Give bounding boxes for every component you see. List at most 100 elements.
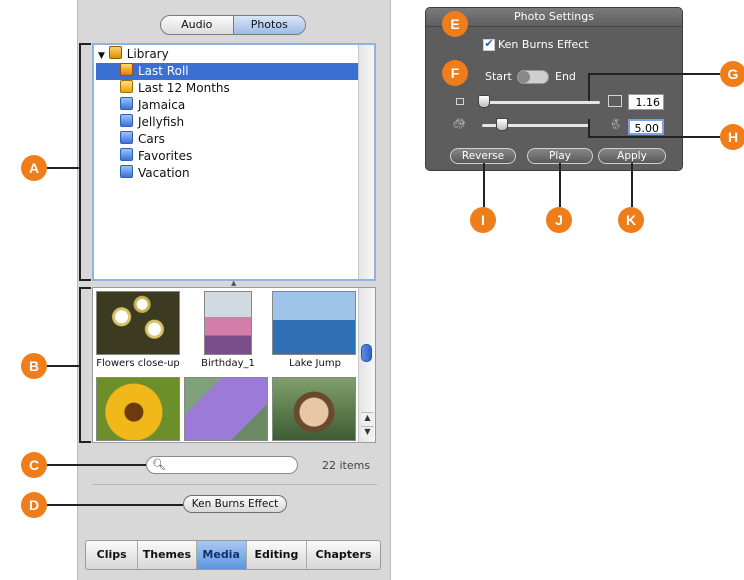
scroll-up-arrow-icon[interactable]: ▲: [361, 412, 374, 423]
library-label: Library: [126, 47, 169, 61]
callout-bracket: [79, 279, 91, 281]
zoom-value-field[interactable]: 1.16: [628, 94, 664, 110]
photo-thumbnail[interactable]: [96, 377, 180, 441]
callout-line: [559, 163, 561, 207]
callout-bracket: [79, 441, 91, 443]
callout-badge-c: C: [21, 452, 47, 478]
zoom-in-icon: [608, 95, 622, 107]
audio-toggle-button[interactable]: Audio: [161, 16, 233, 34]
last-roll-row[interactable]: Last Roll: [120, 63, 189, 80]
tab-chapters[interactable]: Chapters: [307, 541, 380, 569]
divider: [93, 484, 377, 485]
zoom-out-icon: [456, 98, 464, 105]
album-label: Jellyfish: [138, 115, 185, 129]
thumbnail-scrollbar[interactable]: ▲ ▼: [358, 288, 375, 442]
album-icon: [120, 97, 133, 110]
checkmark-icon: ✔: [484, 37, 494, 50]
hare-icon: 🐇︎: [609, 119, 622, 130]
search-input[interactable]: [165, 458, 295, 474]
duration-value-field[interactable]: 5.00: [628, 119, 664, 135]
reverse-button[interactable]: Reverse: [450, 148, 516, 164]
album-row-vacation[interactable]: Vacation: [120, 165, 190, 182]
photo-thumbnail[interactable]: [272, 377, 356, 441]
photo-caption: Flowers close-up: [96, 358, 180, 369]
zoom-slider-track[interactable]: [482, 101, 600, 104]
library-row[interactable]: ▼ Library: [98, 46, 169, 63]
search-icon: 🔍︎: [152, 458, 166, 471]
callout-badge-e: E: [442, 11, 468, 37]
callout-badge-k: K: [618, 207, 644, 233]
ken-burns-checkbox-label: Ken Burns Effect: [498, 38, 589, 51]
callout-bracket: [79, 287, 81, 443]
toggle-knob[interactable]: [518, 71, 530, 83]
album-row-jamaica[interactable]: Jamaica: [120, 97, 185, 114]
album-icon: [120, 165, 133, 178]
last-roll-icon: [120, 63, 133, 76]
album-label: Favorites: [138, 149, 193, 163]
apply-button[interactable]: Apply: [598, 148, 666, 164]
callout-line: [588, 73, 590, 101]
tab-clips[interactable]: Clips: [86, 541, 139, 569]
callout-bracket: [79, 43, 91, 45]
last-12-months-label: Last 12 Months: [138, 81, 230, 95]
photo-caption: Birthday_1: [201, 358, 255, 369]
last-roll-label: Last Roll: [138, 64, 189, 78]
library-icon: [108, 46, 122, 59]
album-label: Cars: [138, 132, 165, 146]
start-end-toggle[interactable]: [517, 70, 549, 84]
album-row-cars[interactable]: Cars: [120, 131, 165, 148]
callout-bracket: [79, 287, 91, 289]
tab-media[interactable]: Media: [196, 541, 247, 569]
callout-badge-a: A: [21, 155, 47, 181]
album-label: Vacation: [138, 166, 190, 180]
album-row-jellyfish[interactable]: Jellyfish: [120, 114, 184, 131]
pane-resize-handle[interactable]: ▲: [231, 280, 237, 287]
callout-line: [47, 504, 183, 506]
callout-line: [588, 73, 720, 75]
play-button[interactable]: Play: [527, 148, 593, 164]
callout-line: [47, 365, 79, 367]
callout-line: [47, 464, 146, 466]
photo-thumbnail[interactable]: [184, 377, 268, 441]
ken-burns-effect-button[interactable]: Ken Burns Effect: [183, 495, 287, 513]
pane-tab-bar: Clips Themes Media Editing Chapters: [85, 540, 381, 570]
ken-burns-checkbox[interactable]: ✔: [483, 37, 495, 51]
callout-badge-g: G: [720, 61, 744, 87]
last-12-months-row[interactable]: Last 12 Months: [120, 80, 230, 97]
callout-line: [631, 163, 633, 207]
album-label: Jamaica: [138, 98, 186, 112]
callout-badge-b: B: [21, 353, 47, 379]
callout-badge-d: D: [21, 492, 47, 518]
search-field[interactable]: 🔍︎: [146, 456, 298, 474]
library-scrollbar[interactable]: [358, 45, 374, 279]
item-count: 22 items: [322, 459, 371, 472]
start-label: Start: [485, 70, 512, 83]
photo-thumbnail[interactable]: [272, 291, 356, 355]
album-icon: [120, 131, 133, 144]
tab-themes[interactable]: Themes: [138, 541, 197, 569]
callout-line: [483, 163, 485, 207]
tab-editing[interactable]: Editing: [247, 541, 307, 569]
callout-badge-h: H: [720, 124, 744, 150]
album-icon: [120, 114, 133, 127]
duration-slider-knob[interactable]: [496, 118, 509, 131]
photo-thumbnail-grid[interactable]: Flowers close-up Birthday_1 Lake Jump ▲ …: [92, 287, 376, 443]
end-label: End: [555, 70, 576, 83]
audio-photos-toggle[interactable]: Audio Photos: [160, 15, 306, 35]
photo-thumbnail[interactable]: [96, 291, 180, 355]
album-row-favorites[interactable]: Favorites: [120, 148, 192, 165]
callout-badge-i: I: [470, 207, 496, 233]
disclosure-triangle-icon[interactable]: ▼: [98, 51, 105, 61]
callout-badge-f: F: [442, 60, 468, 86]
photos-toggle-button[interactable]: Photos: [232, 16, 305, 34]
photo-caption: Lake Jump: [289, 358, 341, 369]
callout-line: [47, 167, 79, 169]
scrollbar-thumb[interactable]: [361, 344, 372, 362]
photo-thumbnail[interactable]: [204, 291, 252, 355]
album-icon: [120, 148, 133, 161]
photo-library-list[interactable]: ▼ Library Last Roll Last 12 Months Jamai…: [92, 43, 376, 281]
scroll-down-arrow-icon[interactable]: ▼: [361, 426, 374, 437]
callout-badge-j: J: [546, 207, 572, 233]
zoom-slider-knob[interactable]: [478, 95, 490, 108]
tortoise-icon: 🐢︎: [453, 119, 466, 130]
